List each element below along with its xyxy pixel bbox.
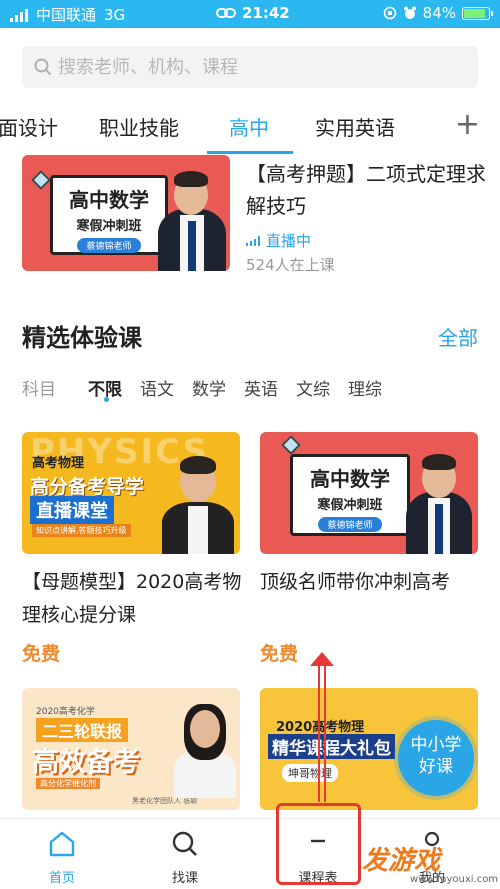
course-thumbnail: PHYSICS 高考物理 高分备考导学 直播课堂 知识点讲解,答题技巧升级 xyxy=(22,432,240,554)
watermark-logo: 发游戏 xyxy=(362,846,441,876)
poster-title: 高中数学 xyxy=(69,188,149,212)
nav-find-course-label: 找课 xyxy=(171,871,198,886)
clock: 21:42 xyxy=(242,4,290,22)
filter-math[interactable]: 数学 xyxy=(192,375,226,400)
poster-sub: 知识点讲解,答题技巧升级 xyxy=(32,524,131,537)
poster-sub: 高分化学催化剂 xyxy=(36,778,100,789)
promo-line1: 中小学 xyxy=(410,735,462,755)
poster-top: 2020高考化学 xyxy=(36,707,95,717)
carrier-label: 中国联通 xyxy=(36,6,97,24)
teacher-photo xyxy=(152,161,230,271)
promo-line2: 好课 xyxy=(419,757,453,777)
live-status: 直播中 xyxy=(246,230,311,251)
nav-home-label: 首页 xyxy=(48,871,75,886)
battery-icon xyxy=(462,6,493,20)
view-all-link[interactable]: 全部 xyxy=(438,322,478,351)
status-bar: 中国联通 3G 21:42 84% xyxy=(0,0,500,28)
course-title: 顶级名师带你冲刺高考 xyxy=(260,571,451,593)
annotation-highlight-box xyxy=(276,803,361,885)
filter-liberal-arts[interactable]: 文综 xyxy=(296,375,330,400)
tab-practical-english[interactable]: 实用英语 xyxy=(315,112,395,141)
home-icon xyxy=(49,831,75,857)
poster-box: 高中数学 寒假冲刺班 蔡德锦老师 xyxy=(50,175,168,255)
poster-sub: 坤哥物理 xyxy=(282,764,338,782)
active-filter-dot xyxy=(104,397,109,402)
cube-decoration xyxy=(31,170,51,190)
search-bar[interactable] xyxy=(22,46,478,88)
teacher-photo xyxy=(170,694,240,798)
poster-subtitle: 寒假冲刺班 xyxy=(317,498,383,513)
filter-label: 科目 xyxy=(22,380,56,400)
teacher-photo xyxy=(158,454,238,554)
link-icon xyxy=(216,8,236,18)
poster-teacher: 蔡德锦老师 xyxy=(318,517,382,532)
poster-main2: 直播课堂 xyxy=(30,496,114,524)
live-indicator-icon xyxy=(246,235,260,246)
course-price: 免费 xyxy=(260,643,299,665)
add-tab-icon[interactable]: + xyxy=(455,110,480,140)
alarm-icon xyxy=(403,6,416,19)
annotation-arrow xyxy=(318,662,326,802)
tab-vocational[interactable]: 职业技能 xyxy=(99,112,179,141)
live-viewer-count: 524人在上课 xyxy=(246,256,335,274)
course-thumbnail: 2020高考化学 二三轮联报 高效备考 高分化学催化剂 黑老化学团队人 张颖 xyxy=(22,688,240,810)
search-icon xyxy=(34,58,52,76)
poster-main: 二三轮联报 xyxy=(36,718,129,742)
poster-main: 精华课程大礼包 xyxy=(268,734,395,759)
live-course-title: 【高考押题】二项式定理求解技巧 xyxy=(246,162,486,218)
battery-label: 84% xyxy=(422,4,456,22)
promo-float-button[interactable]: 中小学 好课 xyxy=(398,720,474,796)
rotation-lock-icon xyxy=(383,6,396,20)
nav-home[interactable]: 首页 xyxy=(22,829,102,886)
poster-subtitle: 寒假冲刺班 xyxy=(76,219,142,234)
network-label: 3G xyxy=(104,5,126,24)
filter-chinese[interactable]: 语文 xyxy=(140,375,174,400)
teacher-photo xyxy=(400,442,478,554)
watermark-url: www.fayouxi.com xyxy=(410,874,499,885)
live-status-label: 直播中 xyxy=(266,232,312,250)
poster-top: 高考物理 xyxy=(32,456,85,471)
signal-icon xyxy=(10,8,28,22)
course-price: 免费 xyxy=(22,643,61,665)
active-tab-indicator xyxy=(207,151,293,154)
course-title: 【母题模型】2020高考物理核心提分课 xyxy=(22,571,242,626)
filter-science[interactable]: 理综 xyxy=(348,375,382,400)
tab-design[interactable]: 面设计 xyxy=(0,112,58,141)
section-title: 精选体验课 xyxy=(22,324,142,352)
poster-main2: 高效备考 xyxy=(32,747,140,778)
tab-high-school[interactable]: 高中 xyxy=(229,112,269,141)
poster-box: 高中数学 寒假冲刺班 蔡德锦老师 xyxy=(290,454,410,536)
live-course-thumbnail: 高中数学 寒假冲刺班 蔡德锦老师 xyxy=(22,155,230,271)
poster-main: 高分备考导学 xyxy=(30,476,145,498)
poster-teacher: 蔡德锦老师 xyxy=(77,238,141,253)
nav-find-course[interactable]: 找课 xyxy=(145,829,225,886)
search-icon xyxy=(172,831,197,856)
course-thumbnail: 高中数学 寒假冲刺班 蔡德锦老师 xyxy=(260,432,478,554)
cube-decoration xyxy=(281,435,301,455)
poster-title: 高中数学 xyxy=(310,467,390,491)
filter-english[interactable]: 英语 xyxy=(244,375,278,400)
search-input[interactable] xyxy=(58,56,458,78)
